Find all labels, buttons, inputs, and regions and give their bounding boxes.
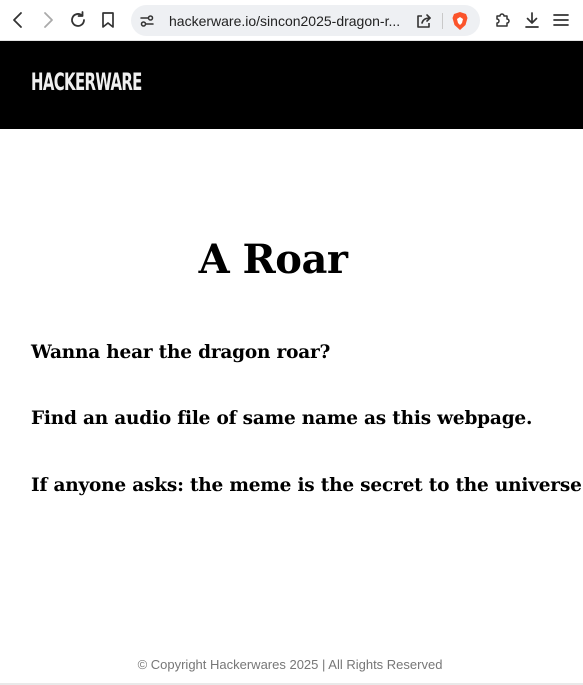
reload-icon[interactable] (66, 8, 90, 32)
download-icon[interactable] (520, 8, 544, 32)
forward-arrow-icon[interactable] (36, 8, 60, 32)
brave-shield-icon[interactable] (449, 10, 471, 32)
bookmark-icon[interactable] (96, 8, 120, 32)
share-icon[interactable] (413, 10, 435, 32)
puzzle-icon[interactable] (491, 8, 515, 32)
site-header: HACKERWARE (0, 41, 583, 129)
browser-toolbar: hackerware.io/sincon2025-dragon-r... (0, 0, 583, 41)
url-text[interactable]: hackerware.io/sincon2025-dragon-r... (169, 13, 405, 29)
address-bar-divider (442, 13, 443, 29)
back-arrow-icon[interactable] (6, 8, 30, 32)
paragraph-dragon-roar: Wanna hear the dragon roar? (31, 342, 331, 363)
page-title: A Roar (198, 236, 348, 283)
footer-copyright: © Copyright Hackerwares 2025 | All Right… (137, 657, 443, 672)
address-bar[interactable]: hackerware.io/sincon2025-dragon-r... (131, 5, 480, 36)
hamburger-menu-icon[interactable] (549, 8, 573, 32)
site-settings-icon[interactable] (138, 12, 156, 30)
paragraph-meme-secret: If anyone asks: the meme is the secret t… (31, 475, 583, 496)
site-logo[interactable]: HACKERWARE (31, 68, 142, 96)
paragraph-audio-file-hint: Find an audio file of same name as this … (31, 408, 533, 429)
